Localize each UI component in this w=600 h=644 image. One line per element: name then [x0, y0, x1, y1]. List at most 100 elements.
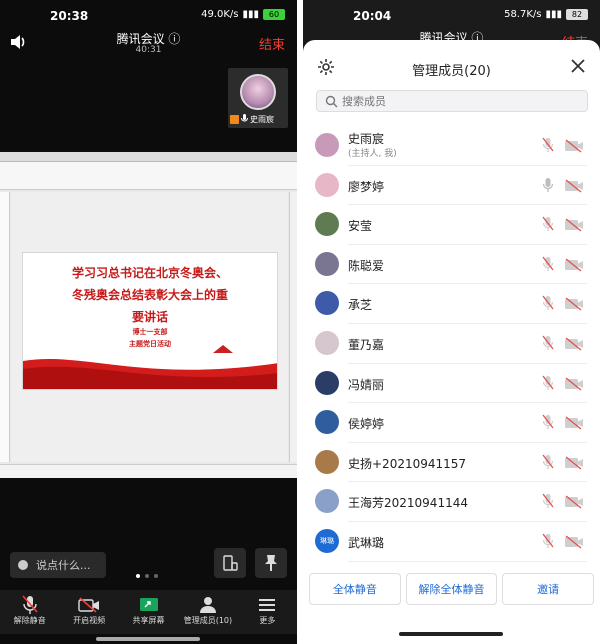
- chat-placeholder: 说点什么...: [36, 559, 91, 572]
- emoji-icon[interactable]: [18, 560, 28, 570]
- mic-muted-icon[interactable]: [542, 375, 554, 395]
- avatar: [315, 330, 339, 355]
- mic-muted-icon: [22, 595, 38, 614]
- mic-muted-icon[interactable]: [542, 295, 554, 315]
- camera-off-icon: [78, 597, 100, 613]
- member-row[interactable]: 史扬+20210941157: [303, 443, 600, 483]
- page-indicator: [136, 574, 158, 578]
- member-search-field[interactable]: [316, 90, 588, 112]
- avatar-initials: 琳璐: [320, 536, 334, 545]
- mic-muted-icon[interactable]: [542, 454, 554, 474]
- battery-icon: 82: [566, 9, 588, 20]
- info-icon[interactable]: ⓘ: [168, 32, 180, 46]
- avatar: [315, 370, 339, 395]
- invite-button[interactable]: 邀请: [502, 573, 595, 605]
- shared-app-tabs: [0, 152, 297, 162]
- camera-off-icon[interactable]: [564, 217, 584, 236]
- member-name: 冯婧丽: [348, 377, 385, 392]
- camera-off-icon[interactable]: [564, 494, 584, 513]
- search-input[interactable]: [342, 94, 542, 108]
- member-row[interactable]: 安莹: [303, 205, 600, 245]
- avatar: [315, 172, 339, 197]
- mic-muted-icon[interactable]: [542, 216, 554, 236]
- toolbar-label: 开启视频: [73, 616, 106, 625]
- member-row[interactable]: 承芝: [303, 284, 600, 324]
- slide-subtitle-1: 博士一支部: [132, 328, 168, 336]
- presentation-slide: 学习习总书记在北京冬奥会、 冬残奥会总结表彰大会上的重 要讲话 博士一支部 主题…: [22, 252, 278, 390]
- slide-title-line-2: 冬残奥会总结表彰大会上的重: [71, 288, 228, 302]
- toolbar-share-button[interactable]: 共享屏幕: [119, 590, 178, 634]
- camera-off-icon[interactable]: [564, 336, 584, 355]
- toolbar-members-button[interactable]: 管理成员(10): [178, 590, 237, 634]
- network-speed: 58.7K/s: [504, 9, 542, 20]
- member-row[interactable]: 史雨宸 (主持人, 我): [303, 126, 600, 166]
- pin-icon: [265, 555, 277, 571]
- shared-app-footer: [0, 464, 297, 478]
- camera-off-icon[interactable]: [564, 257, 584, 276]
- network-speed: 49.0K/s: [201, 9, 239, 20]
- mic-icon[interactable]: [542, 177, 554, 197]
- mute-all-button[interactable]: 全体静音: [309, 573, 401, 605]
- toolbar-unmute-button[interactable]: 解除静音: [0, 590, 59, 634]
- member-row[interactable]: 王海芳20210941144: [303, 482, 600, 522]
- member-row[interactable]: 董乃嘉: [303, 324, 600, 364]
- meeting-header: 腾讯会议 ⓘ 40:31 结束: [0, 28, 297, 58]
- video-tile-name: 史雨宸: [250, 115, 274, 124]
- toolbar-video-button[interactable]: 开启视频: [59, 590, 118, 634]
- mic-muted-icon[interactable]: [542, 335, 554, 355]
- shared-app-ribbon: [0, 162, 297, 190]
- search-icon: [325, 95, 338, 107]
- toolbar-label: 管理成员(10): [183, 616, 233, 625]
- camera-off-icon[interactable]: [564, 455, 584, 474]
- members-screen: 20:04 58.7K/s ▮▮▮ 82 腾讯会议 ⓘ 结束 管理成员(20): [303, 0, 600, 644]
- avatar: [315, 291, 339, 316]
- camera-off-icon[interactable]: [564, 178, 584, 197]
- status-icons: 58.7K/s ▮▮▮ 82: [504, 9, 588, 20]
- mic-muted-icon[interactable]: [542, 137, 554, 157]
- member-name: 史雨宸: [348, 132, 385, 146]
- camera-off-icon[interactable]: [564, 534, 584, 553]
- video-tile-label: 史雨宸: [230, 114, 274, 125]
- avatar: [315, 489, 339, 514]
- mic-muted-icon[interactable]: [542, 493, 554, 513]
- camera-off-icon[interactable]: [564, 415, 584, 434]
- meeting-title-text: 腾讯会议: [116, 32, 165, 46]
- member-row[interactable]: 廖梦婷: [303, 166, 600, 206]
- avatar: [240, 74, 276, 110]
- toolbar-label: 共享屏幕: [132, 616, 165, 625]
- member-name: 陈聪爱: [348, 258, 385, 273]
- member-row[interactable]: 琳璐 武琳璐: [303, 522, 600, 562]
- row-divider: [348, 560, 587, 562]
- member-name: 廖梦婷: [348, 179, 385, 194]
- rotate-screen-button[interactable]: [214, 548, 246, 578]
- camera-off-icon[interactable]: [564, 376, 584, 395]
- unmute-all-button[interactable]: 解除全体静音: [405, 573, 498, 605]
- meeting-screen: 20:38 49.0K/s ▮▮▮ 60 腾讯会议 ⓘ 40:31 结束 史雨宸…: [0, 0, 297, 644]
- member-name: 承芝: [348, 298, 373, 313]
- meeting-timer: 40:31: [135, 45, 162, 55]
- mic-muted-icon[interactable]: [542, 414, 554, 434]
- member-row[interactable]: 冯婧丽: [303, 364, 600, 404]
- meeting-toolbar: 解除静音 开启视频 共享屏幕 管理成员(10) 更多: [0, 590, 297, 634]
- camera-off-icon[interactable]: [564, 296, 584, 315]
- red-ribbon-decoration: [23, 345, 277, 389]
- mic-muted-icon[interactable]: [542, 533, 554, 553]
- end-meeting-button[interactable]: 结束: [259, 34, 285, 53]
- mic-muted-icon[interactable]: [542, 256, 554, 276]
- avatar: [315, 449, 339, 474]
- close-button[interactable]: [570, 58, 586, 78]
- camera-off-icon[interactable]: [564, 138, 584, 157]
- pin-button[interactable]: [255, 548, 287, 578]
- side-tools: [289, 192, 297, 462]
- member-row[interactable]: 侯婷婷: [303, 403, 600, 443]
- toolbar-more-button[interactable]: 更多: [238, 590, 297, 634]
- status-time: 20:04: [353, 9, 392, 23]
- chat-input[interactable]: 说点什么...: [10, 552, 106, 578]
- member-row[interactable]: 陈聪爱: [303, 245, 600, 285]
- avatar: [315, 212, 339, 237]
- participant-video-tile[interactable]: 史雨宸: [228, 68, 288, 128]
- share-screen-icon: [139, 598, 158, 611]
- signal-icon: ▮▮▮: [545, 9, 562, 20]
- members-panel: 管理成员(20) 史雨宸(主持人, 我)廖梦婷安莹陈聪爱承芝董乃嘉冯婧丽侯婷婷史…: [303, 40, 600, 644]
- member-name: 王海芳20210941144: [348, 496, 468, 511]
